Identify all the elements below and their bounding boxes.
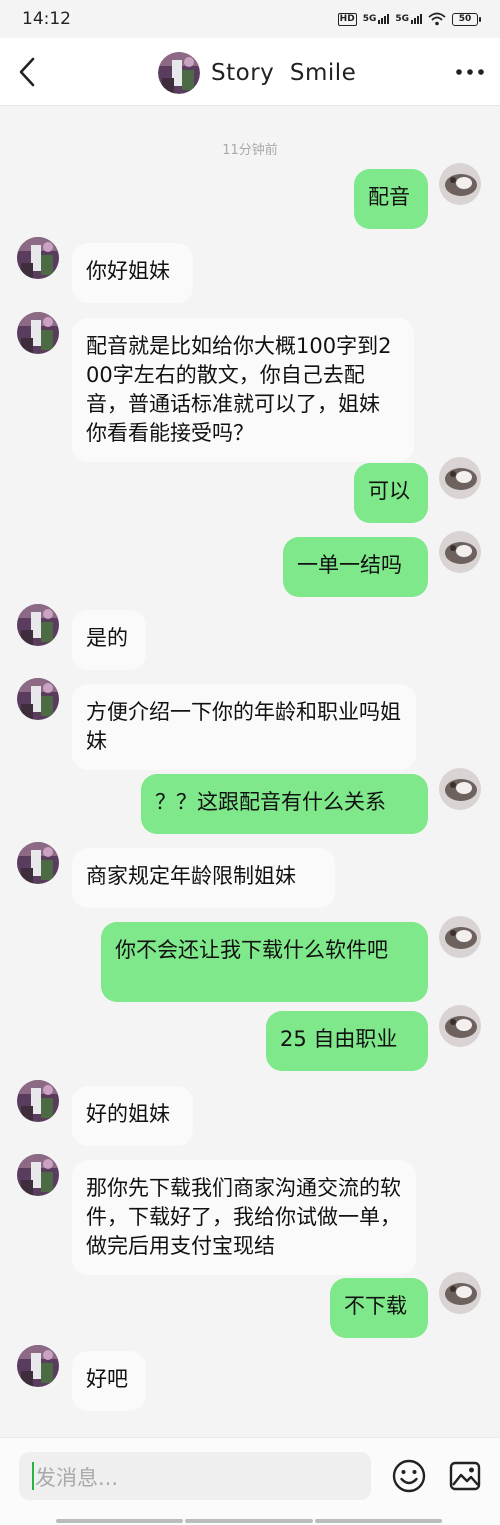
contact-avatar[interactable] bbox=[17, 842, 59, 884]
more-dots-icon[interactable] bbox=[454, 60, 486, 84]
status-icons: HD 5G 5G 50 bbox=[337, 12, 481, 26]
incoming-message-bubble[interactable]: 方便介绍一下你的年龄和职业吗姐妹 bbox=[72, 684, 416, 770]
signal-icon: 5G bbox=[363, 14, 390, 24]
emoji-icon[interactable] bbox=[391, 1458, 427, 1494]
incoming-message-bubble[interactable]: 是的 bbox=[72, 610, 146, 670]
contact-title[interactable]: Story Smile bbox=[158, 52, 356, 94]
incoming-message-bubble[interactable]: 商家规定年龄限制姐妹 bbox=[72, 848, 335, 908]
outgoing-message-bubble[interactable]: 25 自由职业 bbox=[266, 1011, 428, 1071]
image-icon[interactable] bbox=[449, 1460, 481, 1492]
self-avatar[interactable] bbox=[439, 163, 481, 205]
status-bar: 14:12 HD 5G 5G 50 bbox=[0, 0, 500, 38]
contact-avatar[interactable] bbox=[17, 1345, 59, 1387]
self-avatar[interactable] bbox=[439, 1272, 481, 1314]
contact-avatar[interactable] bbox=[17, 678, 59, 720]
hd-badge: HD bbox=[337, 12, 357, 26]
contact-avatar[interactable] bbox=[17, 312, 59, 354]
message-composer: 发消息... bbox=[0, 1437, 500, 1525]
self-avatar[interactable] bbox=[439, 768, 481, 810]
incoming-message-bubble[interactable]: 那你先下载我们商家沟通交流的软件，下载好了，我给你试做一单，做完后用支付宝现结 bbox=[72, 1160, 416, 1275]
wifi-icon bbox=[428, 12, 446, 26]
self-avatar[interactable] bbox=[439, 916, 481, 958]
incoming-message-bubble[interactable]: 你好姐妹 bbox=[72, 243, 193, 303]
home-indicator bbox=[56, 1519, 442, 1523]
outgoing-message-bubble[interactable]: 可以 bbox=[354, 463, 428, 523]
message-timestamp: 11分钟前 bbox=[222, 143, 278, 158]
incoming-message-bubble[interactable]: 好吧 bbox=[72, 1351, 146, 1411]
self-avatar[interactable] bbox=[439, 457, 481, 499]
message-list[interactable]: 11分钟前 配音你好姐妹配音就是比如给你大概100字到200字左右的散文，你自己… bbox=[0, 107, 500, 1437]
contact-avatar[interactable] bbox=[17, 1080, 59, 1122]
outgoing-message-bubble[interactable]: 一单一结吗 bbox=[283, 537, 428, 597]
chevron-left-icon[interactable] bbox=[14, 56, 44, 88]
text-caret bbox=[32, 1462, 34, 1490]
message-input-placeholder: 发消息... bbox=[35, 1466, 119, 1490]
incoming-message-bubble[interactable]: 配音就是比如给你大概100字到200字左右的散文，你自己去配音，普通话标准就可以… bbox=[72, 318, 414, 462]
message-input[interactable]: 发消息... bbox=[19, 1452, 371, 1500]
self-avatar[interactable] bbox=[439, 1005, 481, 1047]
contact-name: Story Smile bbox=[211, 60, 357, 86]
incoming-message-bubble[interactable]: 好的姐妹 bbox=[72, 1086, 193, 1146]
outgoing-message-bubble[interactable]: ？？这跟配音有什么关系 bbox=[141, 774, 428, 834]
contact-avatar[interactable] bbox=[17, 237, 59, 279]
battery-icon: 50 bbox=[452, 12, 481, 26]
outgoing-message-bubble[interactable]: 你不会还让我下载什么软件吧 bbox=[101, 922, 428, 1002]
avatar bbox=[158, 52, 200, 94]
contact-avatar[interactable] bbox=[17, 604, 59, 646]
contact-avatar[interactable] bbox=[17, 1154, 59, 1196]
status-time: 14:12 bbox=[22, 9, 71, 29]
chat-header: Story Smile bbox=[0, 38, 500, 106]
outgoing-message-bubble[interactable]: 不下载 bbox=[330, 1278, 428, 1338]
signal-icon: 5G bbox=[395, 14, 422, 24]
self-avatar[interactable] bbox=[439, 531, 481, 573]
outgoing-message-bubble[interactable]: 配音 bbox=[354, 169, 428, 229]
